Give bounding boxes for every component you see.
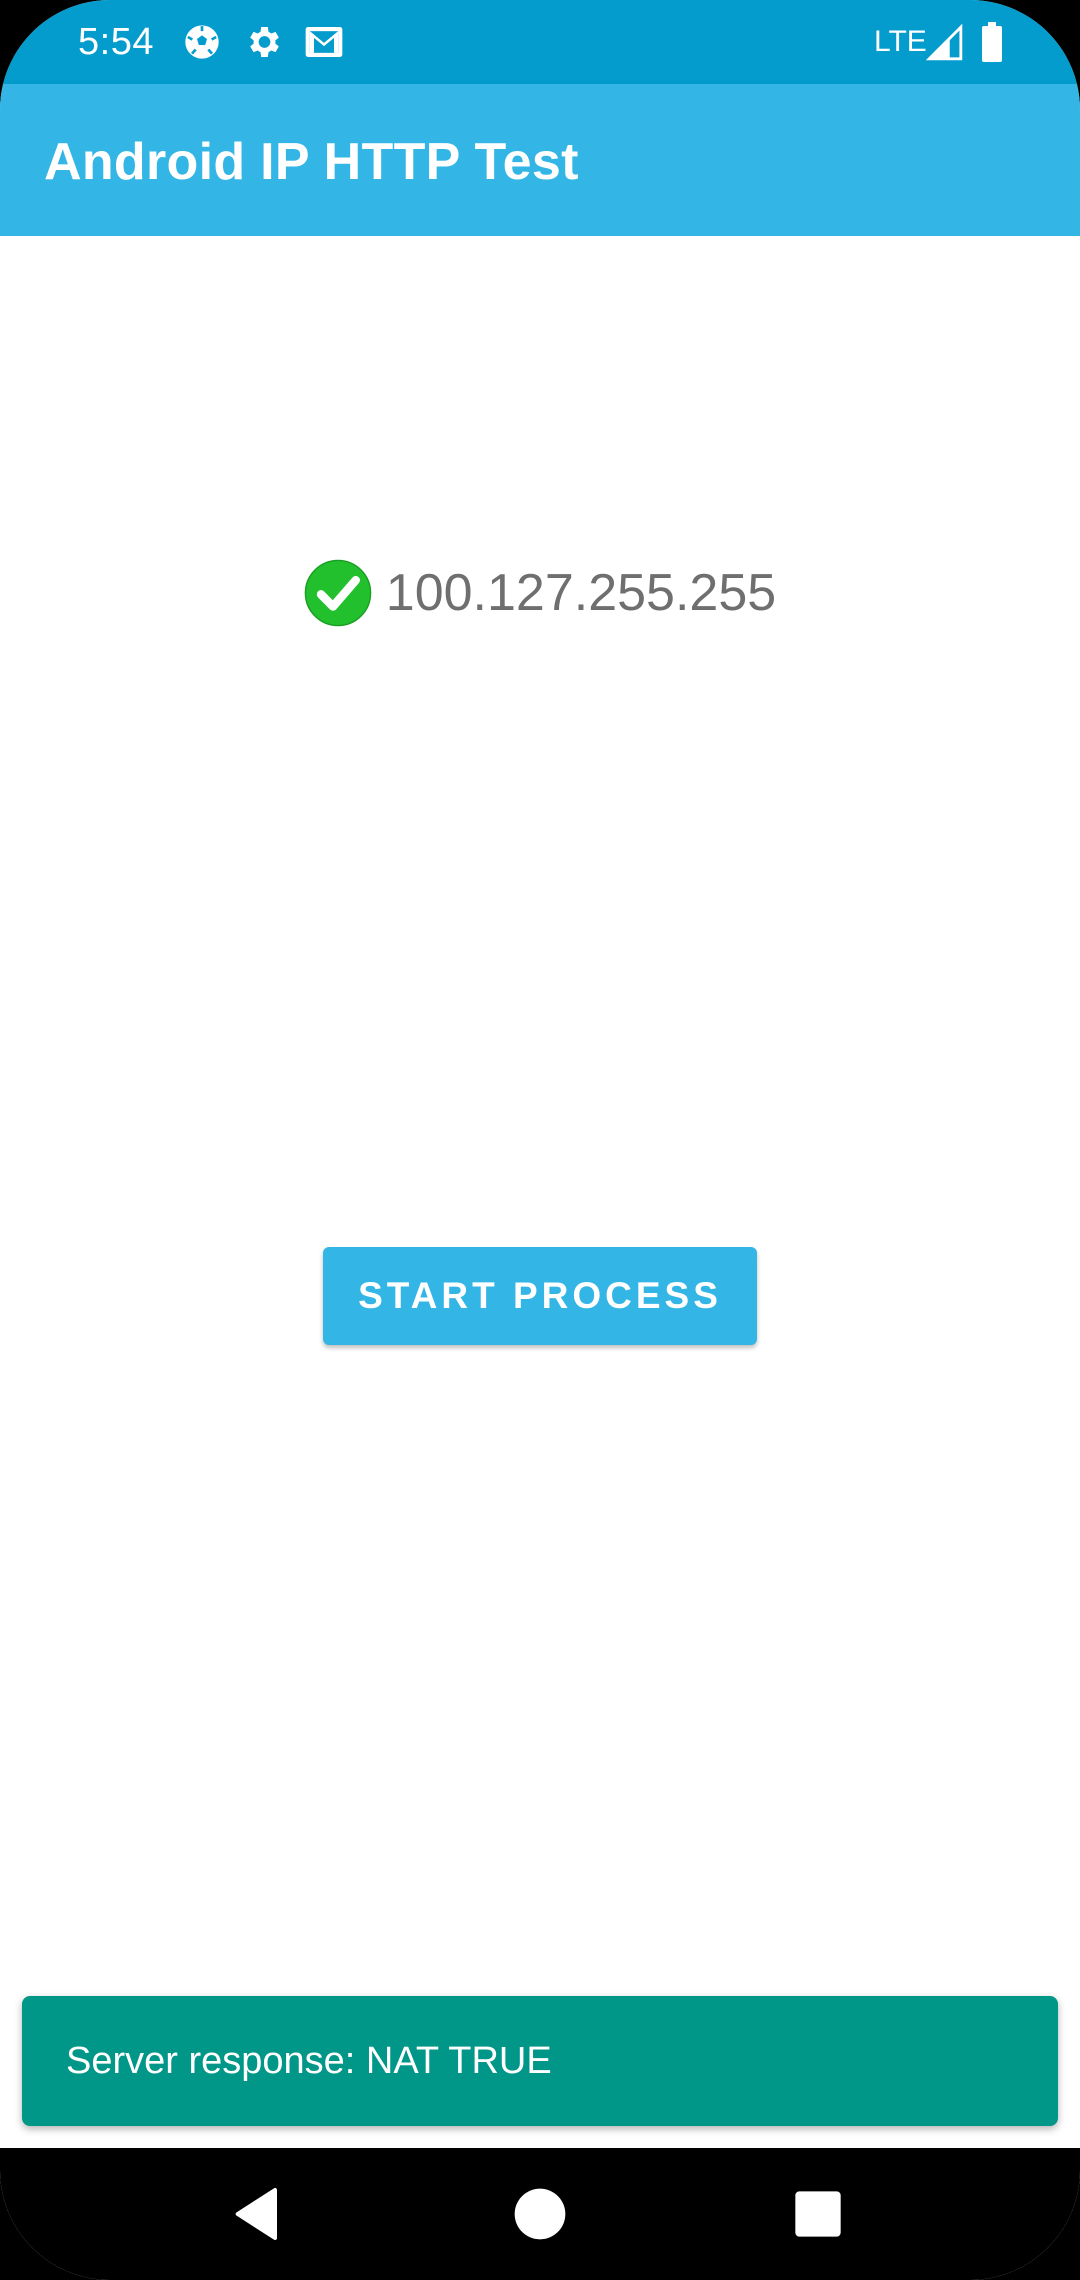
- status-time: 5:54: [78, 21, 154, 63]
- home-icon[interactable]: [508, 2182, 572, 2246]
- signal-icon: [926, 24, 963, 61]
- check-circle-icon: [304, 559, 372, 627]
- gmail-icon: [305, 27, 343, 57]
- snackbar-message: Server response: NAT TRUE: [66, 2040, 552, 2082]
- back-icon[interactable]: [227, 2182, 291, 2246]
- app-bar: Android IP HTTP Test: [0, 84, 1080, 236]
- main-content: [0, 236, 1080, 2148]
- battery-icon: [982, 22, 1002, 62]
- start-process-button[interactable]: START PROCESS: [323, 1247, 757, 1345]
- soccer-ball-icon: [185, 25, 219, 59]
- ip-address-text: 100.127.255.255: [385, 564, 777, 622]
- gear-icon: [250, 27, 279, 57]
- app-title: Android IP HTTP Test: [44, 133, 579, 191]
- device-screen: 5:54 LTE Android IP HTTP Test 100.127.25…: [0, 0, 1080, 2280]
- recents-icon[interactable]: [786, 2182, 850, 2246]
- snackbar: Server response: NAT TRUE: [22, 1996, 1058, 2126]
- navigation-bar: [0, 2148, 1080, 2280]
- ip-status-row: 100.127.255.255: [0, 548, 1080, 638]
- network-type-label: LTE: [874, 25, 927, 58]
- status-bar: 5:54 LTE: [0, 0, 1080, 84]
